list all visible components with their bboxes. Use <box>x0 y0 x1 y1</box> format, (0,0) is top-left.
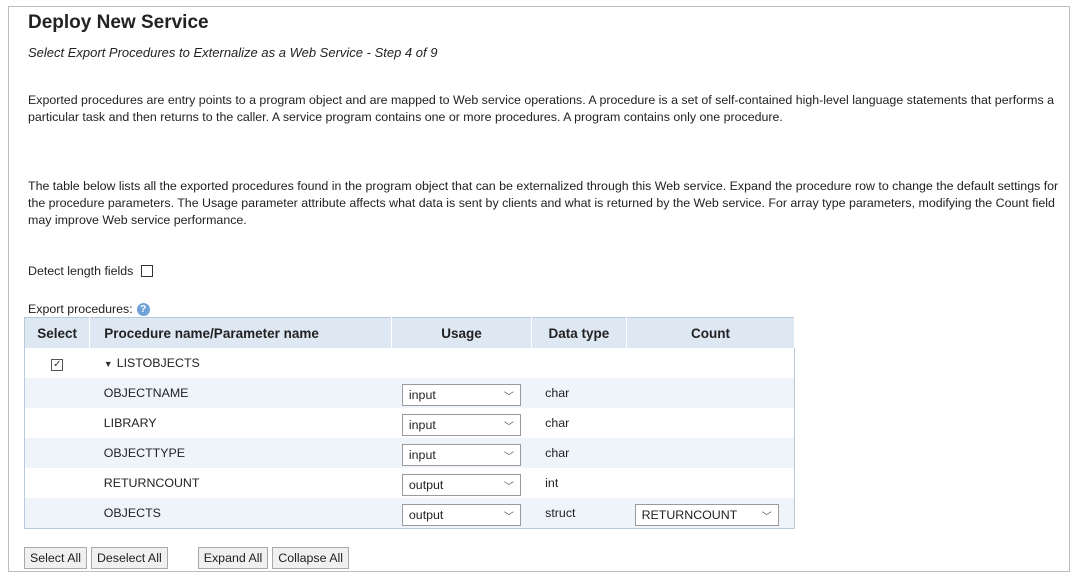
table-row: OBJECTTYPE input ﹀ char <box>24 438 795 468</box>
step-subtitle: Select Export Procedures to Externalize … <box>28 45 438 60</box>
parameter-name: OBJECTS <box>89 498 392 529</box>
detect-length-fields-option: Detect length fields <box>28 264 154 278</box>
chevron-down-icon: ﹀ <box>503 481 514 493</box>
parameter-data-type: char <box>531 438 627 468</box>
parameter-data-type: int <box>545 476 559 490</box>
parameter-name: OBJECTNAME <box>89 378 392 408</box>
chevron-down-icon: ﹀ <box>503 511 514 523</box>
intro-paragraph: Exported procedures are entry points to … <box>28 93 1055 124</box>
table-row: RETURNCOUNT output ﹀ int <box>25 468 795 498</box>
procedure-row: ✓ ▼ LISTOBJECTS <box>25 348 795 378</box>
table-row: OBJECTNAME input ﹀ char <box>24 378 795 408</box>
chevron-down-icon: ﹀ <box>761 511 772 523</box>
table-action-buttons: Select All Deselect All Expand All Colla… <box>24 547 350 569</box>
usage-select[interactable]: input ﹀ <box>401 384 521 406</box>
deselect-all-button[interactable]: Deselect All <box>90 547 168 569</box>
table-header-row: Select Procedure name/Parameter name Usa… <box>24 317 795 348</box>
select-all-button[interactable]: Select All <box>24 547 87 569</box>
export-procedures-heading: Export procedures: ? <box>28 302 150 316</box>
table-row: OBJECTS output ﹀ struct RETURNCOUNT ﹀ <box>24 498 795 529</box>
parameter-name: OBJECTTYPE <box>89 438 392 468</box>
column-header-data-type[interactable]: Data type <box>531 317 628 348</box>
parameter-data-type: char <box>545 416 570 430</box>
chevron-down-icon: ﹀ <box>503 421 514 433</box>
procedure-name-cell: ▼ LISTOBJECTS <box>90 348 392 378</box>
table-description-paragraph: The table below lists all the exported p… <box>28 179 1059 227</box>
usage-select[interactable]: input ﹀ <box>401 444 521 466</box>
chevron-down-icon: ﹀ <box>503 391 514 403</box>
column-header-select[interactable]: Select <box>24 317 91 348</box>
page-title: Deploy New Service <box>28 12 209 33</box>
detect-length-fields-label: Detect length fields <box>28 264 134 278</box>
usage-select[interactable]: output ﹀ <box>401 474 521 496</box>
chevron-down-icon: ﹀ <box>503 451 514 463</box>
parameter-data-type: char <box>531 378 627 408</box>
collapse-all-button[interactable]: Collapse All <box>272 547 350 569</box>
parameter-name: LIBRARY <box>103 416 157 430</box>
procedure-select-checkbox[interactable]: ✓ <box>51 358 64 371</box>
parameter-name: RETURNCOUNT <box>103 476 200 490</box>
count-select[interactable]: RETURNCOUNT ﹀ <box>634 504 779 526</box>
parameter-data-type: struct <box>531 498 627 529</box>
column-header-name[interactable]: Procedure name/Parameter name <box>89 317 393 348</box>
help-circle-icon[interactable]: ? <box>136 302 150 316</box>
column-header-count[interactable]: Count <box>626 317 795 348</box>
expand-all-button[interactable]: Expand All <box>197 547 269 569</box>
export-procedures-label: Export procedures: <box>28 302 133 316</box>
detect-length-fields-checkbox[interactable] <box>141 265 154 277</box>
export-procedures-table: Select Procedure name/Parameter name Usa… <box>24 317 795 529</box>
procedure-select-cell: ✓ <box>25 348 90 378</box>
usage-select[interactable]: output ﹀ <box>401 504 521 526</box>
usage-select[interactable]: input ﹀ <box>401 414 521 436</box>
column-header-usage[interactable]: Usage <box>391 317 532 348</box>
procedure-name: LISTOBJECTS <box>116 356 200 370</box>
expand-triangle-icon[interactable]: ▼ <box>104 359 113 369</box>
table-row: LIBRARY input ﹀ char <box>25 408 795 438</box>
